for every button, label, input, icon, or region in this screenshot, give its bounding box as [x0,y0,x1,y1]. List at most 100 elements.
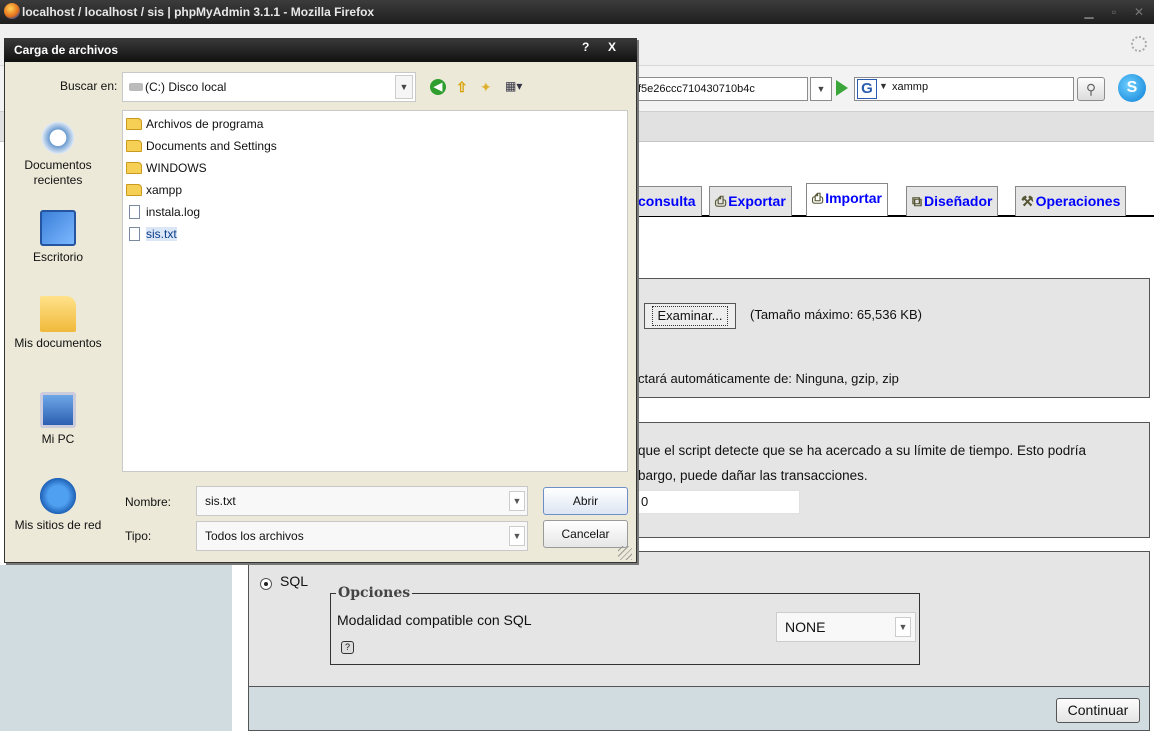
tab-operaciones[interactable]: ⚒ Operaciones [1015,186,1127,216]
tab-label: Diseñador [924,193,993,209]
place-label: Mis sitios de red [14,518,102,532]
firefox-logo-icon [4,3,20,19]
browse-button-label: Examinar... [652,306,728,326]
actions-bar [248,687,1150,731]
sql-radio-label[interactable]: SQL [280,573,308,589]
file-name: Archivos de programa [146,117,264,131]
up-folder-icon[interactable]: ⇧ [456,79,468,96]
place-label: Documentos recientes [24,158,92,187]
list-item[interactable]: WINDOWS [126,159,207,177]
operations-icon: ⚒ [1021,193,1034,209]
url-field[interactable]: f5e26ccc710430710b4c [638,77,808,101]
place-network[interactable]: Mis sitios de red [8,478,108,533]
options-legend: Opciones [336,585,413,601]
import-icon: ⎙ [812,190,824,206]
file-name: sis.txt [146,227,177,241]
place-my-documents[interactable]: Mis documentos [8,296,108,351]
place-desktop[interactable]: Escritorio [8,210,108,265]
search-icon[interactable]: ⚲ [1077,77,1105,101]
back-icon[interactable]: ◀ [430,79,446,95]
tab-label: Importar [825,190,882,206]
skip-queries-input[interactable]: 0 [638,490,800,514]
maximize-icon[interactable]: ▫ [1103,3,1125,21]
compression-note: ctará automáticamente de: Ninguna, gzip,… [638,371,899,386]
place-label: Escritorio [32,250,83,264]
chevron-down-icon[interactable]: ▼ [509,491,525,511]
dialog-close-button[interactable]: X [608,40,616,54]
sql-compat-value: NONE [785,619,826,635]
my-computer-icon [40,392,76,428]
place-my-computer[interactable]: Mi PC [8,392,108,447]
place-label: Mi PC [41,432,75,446]
file-type-select[interactable]: Todos los archivos ▼ [196,521,528,551]
tab-label: consulta [638,193,696,209]
chevron-down-icon: ▼ [395,75,413,99]
max-size-text: (Tamaño máximo: 65,536 KB) [750,307,922,322]
look-in-label: Buscar en: [60,79,118,93]
sql-compat-select[interactable]: NONE ▼ [776,612,916,642]
file-name-input[interactable]: sis.txt ▼ [196,486,528,516]
file-name: Documents and Settings [146,139,277,153]
recent-documents-icon [40,118,76,154]
resize-grip[interactable] [618,546,632,560]
new-folder-icon[interactable]: ✦ [480,79,492,96]
list-item-selected[interactable]: sis.txt [126,225,177,243]
folder-icon [126,162,142,174]
export-icon: ⎙ [715,193,727,209]
list-item[interactable]: Documents and Settings [126,137,277,155]
look-in-select[interactable]: (C:) Disco local ▼ [122,72,416,102]
list-item[interactable]: Archivos de programa [126,115,263,133]
tab-consulta[interactable]: consulta [638,186,702,216]
list-item[interactable]: instala.log [126,203,200,221]
desktop-icon [40,210,76,246]
throbber-icon [1131,36,1147,52]
browser-close-icon[interactable]: ✕ [1128,3,1150,21]
go-button[interactable] [836,80,848,96]
help-icon[interactable]: ? [341,641,354,654]
tab-label: Operaciones [1035,193,1121,209]
tab-exportar[interactable]: ⎙ Exportar [709,186,792,216]
chevron-down-icon[interactable]: ▼ [509,526,525,546]
open-button[interactable]: Abrir [543,487,628,515]
partial-import-text-2: bargo, puede dañar las transacciones. [638,468,868,483]
partial-import-text-1: que el script detecte que se ha acercado… [638,443,1087,458]
dialog-title: Carga de archivos [14,43,119,57]
folder-icon [126,140,142,152]
screen: localhost / localhost / sis | phpMyAdmin… [0,0,1154,731]
text-file-icon [129,227,140,241]
pma-left-frame [0,565,232,731]
look-in-value: (C:) Disco local [145,80,227,94]
place-label: Mis documentos [14,336,102,350]
view-menu-icon[interactable]: ▦▾ [505,79,522,93]
minimize-icon[interactable]: ▁ [1078,3,1100,21]
folder-icon [126,118,142,130]
place-recent-documents[interactable]: Documentos recientes [8,118,108,188]
tab-disenador[interactable]: ⧉ Diseñador [906,186,999,216]
sql-radio[interactable] [260,578,272,590]
my-documents-icon [40,296,76,332]
file-name: instala.log [146,205,201,219]
file-name-label: Nombre: [125,495,172,509]
search-engine-icon[interactable]: G [857,79,877,99]
dialog-help-button[interactable]: ? [582,40,589,54]
skype-icon[interactable]: S [1118,74,1146,102]
tab-label: Exportar [728,193,786,209]
disk-drive-icon [129,83,143,91]
network-places-icon [40,478,76,514]
list-item[interactable]: xampp [126,181,182,199]
search-text[interactable]: xammp [892,81,928,93]
url-history-dropdown-icon[interactable]: ▼ [810,77,832,101]
designer-icon: ⧉ [912,193,922,209]
cancel-button[interactable]: Cancelar [543,520,628,548]
browse-button[interactable]: Examinar... [644,303,736,329]
tab-importar[interactable]: ⎙ Importar [806,183,888,216]
file-name: WINDOWS [146,161,207,175]
continue-button[interactable]: Continuar [1056,698,1140,723]
folder-icon [126,184,142,196]
file-name-value: sis.txt [205,494,236,508]
browser-window-title: localhost / localhost / sis | phpMyAdmin… [22,5,375,19]
dialog-title-bar: Carga de archivos [4,38,637,62]
file-name: xampp [146,183,183,197]
search-engine-dropdown-icon[interactable]: ▼ [879,81,888,91]
file-type-label: Tipo: [125,529,152,543]
